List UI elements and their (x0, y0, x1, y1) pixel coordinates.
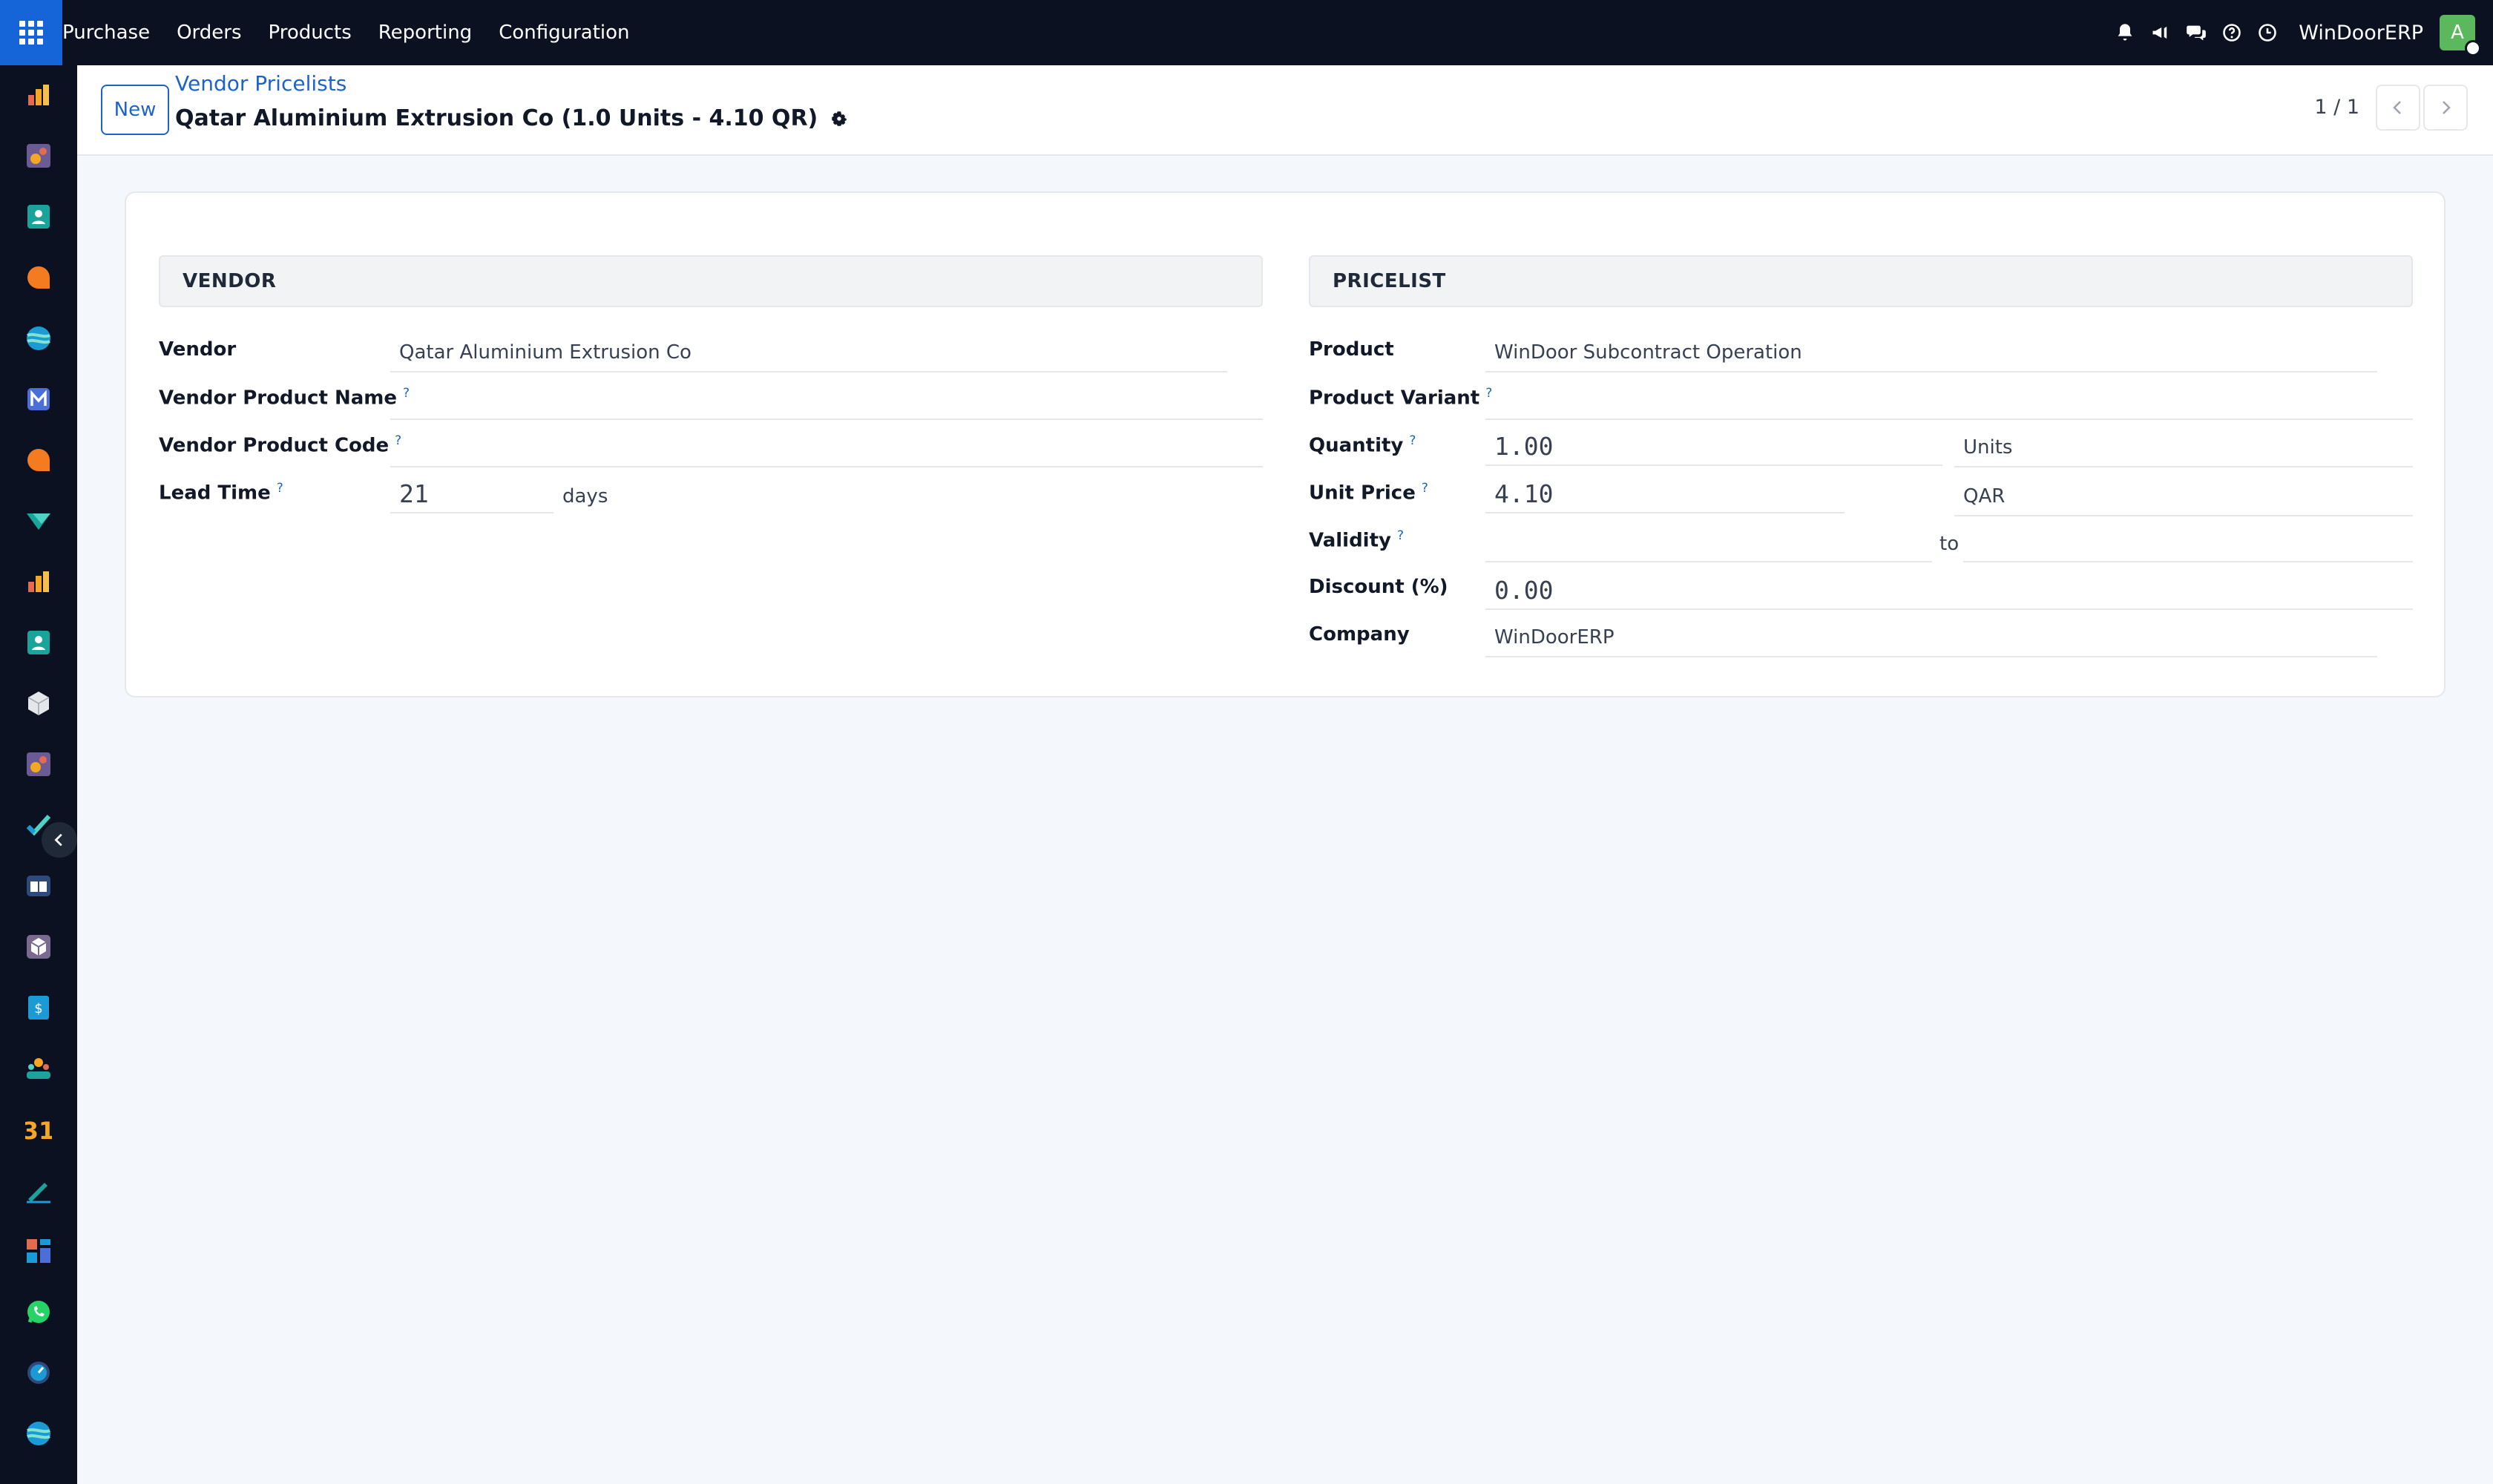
vendor-field[interactable]: Qatar Aluminium Extrusion Co (390, 334, 1227, 372)
product-label: Product (1309, 338, 1394, 361)
new-button[interactable]: New (101, 85, 169, 135)
vendor-product-name-label: Vendor Product Name? (159, 386, 410, 410)
lead-time-field[interactable]: 21 (390, 475, 554, 513)
knowledge-app-icon[interactable] (25, 873, 52, 899)
vendor-group-header: VENDOR (159, 255, 1263, 307)
help-tooltip-icon[interactable]: ? (1409, 433, 1416, 448)
main-menu: Purchase Orders Products Reporting Confi… (62, 0, 657, 65)
website-app-icon[interactable] (25, 325, 52, 352)
menu-reporting[interactable]: Reporting (378, 22, 472, 44)
app-sidebar: $ 31 (0, 65, 77, 1484)
timesheet-app-icon[interactable] (25, 1359, 52, 1386)
dashboards-app-icon[interactable] (25, 1238, 52, 1264)
whatsapp-app-icon[interactable] (25, 1298, 52, 1325)
vendor-label: Vendor (159, 338, 237, 361)
discount-field[interactable]: 0.00 (1485, 571, 2413, 610)
record-title: Qatar Aluminium Extrusion Co (1.0 Units … (175, 105, 849, 131)
grid-icon (19, 21, 43, 45)
svg-text:$: $ (34, 1001, 42, 1017)
validity-to-field[interactable] (1963, 524, 2413, 562)
chat-icon[interactable] (2178, 0, 2214, 65)
lead-time-label: Lead Time? (159, 481, 283, 505)
sign-app-icon[interactable] (25, 1177, 52, 1204)
project-app-icon[interactable] (25, 508, 52, 534)
chevron-left-icon (2393, 101, 2401, 114)
validity-to-label: to (1939, 533, 1960, 555)
manufacturing-app-icon[interactable] (25, 933, 52, 960)
company-label: Company (1309, 623, 1410, 646)
avatar-letter: A (2451, 22, 2464, 44)
megaphone-icon[interactable] (2143, 0, 2178, 65)
clock-icon[interactable] (2250, 0, 2285, 65)
company-name[interactable]: WinDoorERP (2299, 22, 2423, 45)
menu-purchase[interactable]: Purchase (62, 22, 150, 44)
help-tooltip-icon[interactable]: ? (1422, 481, 1428, 496)
recruitment-app-icon[interactable] (25, 1055, 52, 1082)
product-variant-field[interactable] (1485, 381, 2413, 420)
help-tooltip-icon[interactable]: ? (1397, 528, 1404, 543)
vendor-product-name-field[interactable] (390, 381, 1263, 420)
chevron-left-icon (54, 833, 62, 847)
systray: WinDoorERP A (2107, 0, 2493, 65)
menu-configuration[interactable]: Configuration (499, 22, 629, 44)
product-field[interactable]: WinDoor Subcontract Operation (1485, 334, 2377, 372)
lead-time-unit: days (562, 485, 608, 508)
menu-products[interactable]: Products (269, 22, 352, 44)
product-variant-label: Product Variant? (1309, 386, 1493, 410)
validity-label: Validity? (1309, 528, 1405, 552)
company-field[interactable]: WinDoorERP (1485, 619, 2377, 657)
website-app-icon-2[interactable] (25, 1420, 52, 1447)
help-icon[interactable] (2214, 0, 2250, 65)
calendar-day: 31 (25, 1117, 52, 1143)
calendar-app-icon[interactable]: 31 (25, 1116, 52, 1143)
breadcrumb[interactable]: Vendor Pricelists (175, 71, 346, 96)
quantity-label: Quantity? (1309, 433, 1416, 457)
validity-from-field[interactable] (1485, 524, 1932, 562)
unit-price-field[interactable]: 4.10 (1485, 475, 1845, 513)
form-sheet: VENDOR Vendor Qatar Aluminium Extrusion … (125, 191, 2446, 697)
accounting-app-icon[interactable]: $ (25, 994, 52, 1021)
discount-label: Discount (%) (1309, 576, 1448, 598)
gear-icon[interactable] (830, 109, 849, 128)
currency-field[interactable]: QAR (1954, 478, 2413, 516)
bell-icon[interactable] (2107, 0, 2143, 65)
sidebar-collapse-button[interactable] (42, 822, 77, 858)
quantity-field[interactable]: 1.00 (1485, 427, 1942, 466)
unit-price-label: Unit Price? (1309, 481, 1428, 505)
control-panel: New Vendor Pricelists Qatar Aluminium Ex… (77, 65, 2493, 156)
status-dot (2465, 40, 2481, 56)
pager-next-button[interactable] (2423, 85, 2468, 131)
reporting-app-icon[interactable] (25, 568, 52, 595)
top-navbar: Purchase Orders Products Reporting Confi… (0, 0, 2493, 65)
vendor-product-code-field[interactable] (390, 429, 1263, 467)
sales-app-icon[interactable] (25, 142, 52, 169)
app-switcher-button[interactable] (0, 0, 62, 65)
purchase-app-icon[interactable] (25, 82, 52, 108)
help-tooltip-icon[interactable]: ? (277, 481, 283, 496)
chevron-right-icon (2443, 101, 2451, 114)
inventory-app-icon[interactable] (25, 690, 52, 717)
sales-app-icon-2[interactable] (25, 751, 52, 778)
user-avatar[interactable]: A (2440, 15, 2481, 56)
pricelist-group-header: PRICELIST (1309, 255, 2413, 307)
livechat-app-icon[interactable] (25, 447, 52, 473)
pager-previous-button[interactable] (2376, 85, 2420, 131)
discuss-app-icon[interactable] (25, 264, 52, 291)
record-title-text: Qatar Aluminium Extrusion Co (1.0 Units … (175, 105, 818, 131)
vendor-product-code-label: Vendor Product Code? (159, 433, 402, 457)
employees-app-icon[interactable] (25, 629, 52, 656)
contacts-app-icon[interactable] (25, 203, 52, 230)
unit-of-measure-field[interactable]: Units (1954, 429, 2413, 467)
pager-value[interactable]: 1 / 1 (2314, 85, 2359, 129)
menu-orders[interactable]: Orders (177, 22, 241, 44)
email-marketing-app-icon[interactable] (25, 386, 52, 413)
